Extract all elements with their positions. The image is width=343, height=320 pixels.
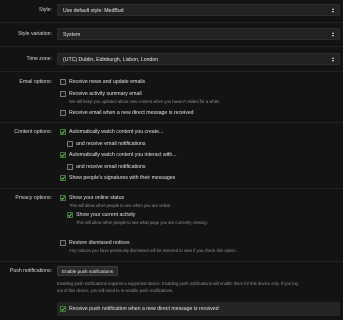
select-arrows-icon (332, 8, 335, 15)
watch-create-label: Automatically watch content you create..… (69, 129, 164, 135)
restore-notices-checkbox[interactable] (60, 240, 66, 246)
summary-label: Receive activity summary email (69, 91, 142, 97)
current-activity-label: Show your current activity (76, 212, 136, 218)
current-activity-hint: This will allow other people to see what… (76, 220, 208, 225)
select-arrows-icon (332, 57, 335, 64)
timezone-select-value: (UTC) Dublin, Edinburgh, Lisbon, London (63, 57, 159, 63)
restore-notices-label: Restore dismissed notices (69, 240, 130, 246)
content-options-label: Content options: (14, 129, 52, 135)
style-label: Style: (39, 7, 52, 13)
divider (0, 188, 343, 189)
watch-interact-checkbox[interactable] (60, 152, 66, 158)
summary-hint: We will keep you updated about new conte… (69, 99, 221, 104)
push-dm-checkbox[interactable] (60, 306, 66, 312)
divider (0, 71, 343, 72)
online-status-hint: This will allow other people to see when… (69, 203, 172, 208)
privacy-options-label: Privacy options: (15, 195, 52, 201)
divider (0, 122, 343, 123)
restore-notices-hint: Any notices you have previously dismisse… (69, 248, 237, 253)
divider (0, 261, 343, 262)
variation-label: Style variation: (17, 31, 52, 37)
watch-interact-label: Automatically watch content you interact… (69, 152, 177, 158)
select-arrows-icon (332, 32, 335, 39)
push-notifications-label: Push notifications: (9, 268, 52, 274)
style-select[interactable]: Use default style: MedBud (57, 4, 340, 16)
watch-create-email-checkbox[interactable] (67, 141, 73, 147)
push-hint-line2: out of this device, you will need to re-… (57, 288, 174, 293)
email-options-label: Email options: (19, 79, 52, 85)
push-hint-line1: Enabling push notifications requires a s… (57, 281, 298, 286)
timezone-select[interactable]: (UTC) Dublin, Edinburgh, Lisbon, London (57, 53, 340, 65)
watch-create-email-label: and receive email notifications (76, 141, 146, 147)
online-status-label: Show your online status (69, 195, 125, 201)
enable-push-button[interactable]: Enable push notifications (57, 266, 119, 276)
email-dm-label: Receive email when a new direct message … (69, 110, 194, 116)
watch-interact-email-checkbox[interactable] (67, 164, 73, 170)
watch-interact-email-label: and receive email notifications (76, 164, 146, 170)
news-label: Receive news and update emails (69, 79, 146, 85)
online-status-checkbox[interactable] (60, 195, 66, 201)
timezone-label: Time zone: (26, 56, 52, 62)
divider (0, 22, 343, 23)
variation-select-value: System (63, 32, 81, 38)
current-activity-checkbox[interactable] (67, 212, 73, 218)
signatures-checkbox[interactable] (60, 175, 66, 181)
variation-select[interactable]: System (57, 28, 340, 40)
signatures-label: Show people's signatures with their mess… (69, 175, 176, 181)
watch-create-checkbox[interactable] (60, 129, 66, 135)
style-select-value: Use default style: MedBud (63, 8, 124, 14)
divider (0, 46, 343, 47)
push-dm-label: Receive push notification when a new dir… (69, 306, 219, 312)
email-dm-checkbox[interactable] (60, 110, 66, 116)
news-checkbox[interactable] (60, 79, 66, 85)
summary-checkbox[interactable] (60, 91, 66, 97)
